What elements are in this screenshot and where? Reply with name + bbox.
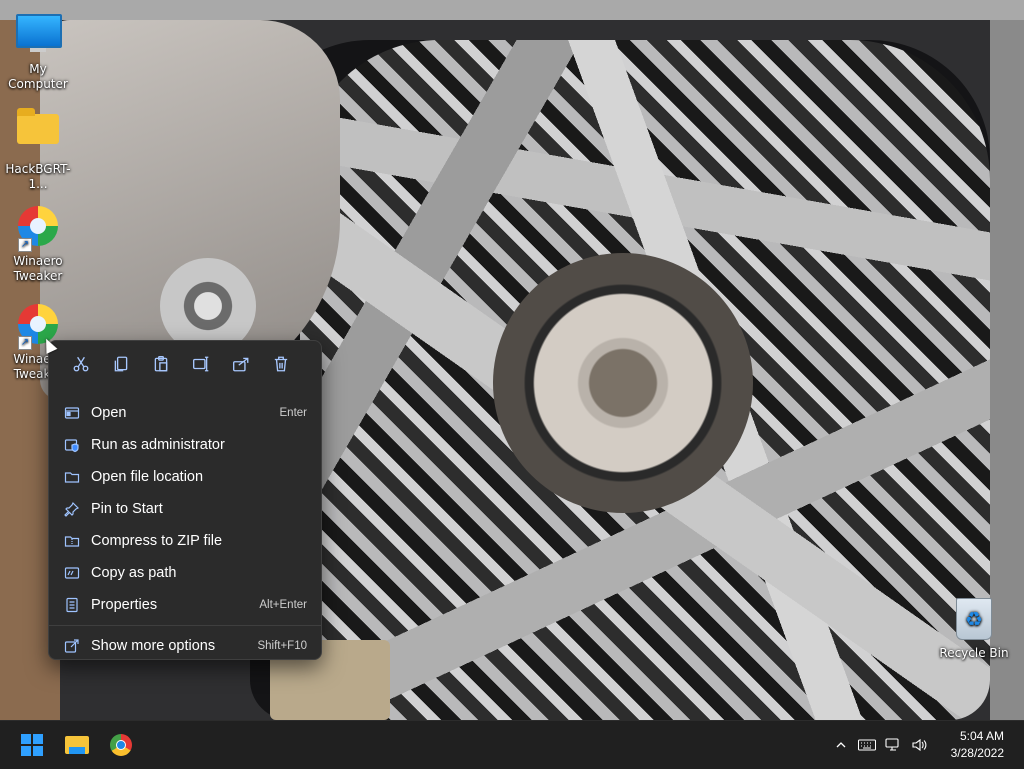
pin-icon — [63, 500, 81, 518]
clock-time: 5:04 AM — [959, 729, 1004, 743]
menu-item-label: Copy as path — [91, 565, 177, 581]
trash-icon — [274, 356, 288, 372]
rename-button[interactable] — [181, 351, 221, 377]
menu-item-label: Properties — [91, 597, 158, 613]
taskbar: 5:04 AM 3/28/2022 — [0, 720, 1024, 769]
properties-icon — [63, 596, 81, 614]
path-icon — [63, 564, 81, 582]
delete-button[interactable] — [261, 351, 301, 377]
menu-item-show-more-options[interactable]: Show more options Shift+F10 — [49, 630, 321, 662]
context-menu: Open Enter Run as administrator Open fil… — [48, 340, 322, 660]
cut-button[interactable] — [61, 351, 101, 377]
menu-item-label: Open file location — [91, 469, 204, 485]
chevron-up-icon[interactable] — [828, 732, 854, 758]
zip-icon — [63, 532, 81, 550]
menu-item-compress-to-zip[interactable]: Compress to ZIP file — [49, 525, 321, 557]
file-explorer-icon — [65, 736, 89, 754]
menu-item-copy-as-path[interactable]: Copy as path — [49, 557, 321, 589]
menu-item-open-file-location[interactable]: Open file location — [49, 461, 321, 493]
menu-item-label: Open — [91, 405, 127, 421]
chrome-icon — [110, 734, 132, 756]
copy-button[interactable] — [101, 351, 141, 377]
chrome-button[interactable] — [105, 729, 137, 761]
paste-button[interactable] — [141, 351, 181, 377]
more-options-icon — [63, 637, 81, 655]
windows-start-icon — [21, 734, 43, 756]
file-explorer-button[interactable] — [61, 729, 93, 761]
wallpaper-top-edge — [0, 0, 1024, 20]
desktop-icon-winaero-tweaker[interactable]: ↗ Winaero Tweaker — [0, 204, 76, 284]
desktop-icon-hackbgrt[interactable]: HackBGRT-1... — [0, 106, 76, 192]
open-icon — [63, 404, 81, 422]
clock-date: 3/28/2022 — [950, 746, 1004, 760]
winaero-icon: ↗ — [16, 206, 60, 252]
desktop-icon-label: Winaero Tweaker — [13, 254, 63, 283]
folder-icon — [16, 108, 60, 158]
wallpaper-spindle-hub — [493, 253, 753, 513]
menu-separator — [49, 625, 321, 626]
scissors-icon — [73, 356, 89, 372]
menu-item-shortcut: Shift+F10 — [257, 640, 307, 652]
desktop-icon-my-computer[interactable]: My Computer — [0, 8, 76, 92]
network-icon[interactable] — [880, 732, 906, 758]
volume-icon[interactable] — [906, 732, 932, 758]
menu-item-label: Show more options — [91, 638, 216, 654]
menu-item-shortcut: Alt+Enter — [259, 599, 307, 611]
desktop-icon-label: Recycle Bin — [939, 646, 1009, 660]
shield-icon — [63, 436, 81, 454]
menu-item-run-as-administrator[interactable]: Run as administrator — [49, 429, 321, 461]
paste-icon — [154, 356, 168, 372]
keyboard-icon[interactable] — [854, 732, 880, 758]
share-icon — [233, 357, 249, 372]
system-tray — [828, 721, 932, 769]
menu-item-label: Pin to Start — [91, 501, 163, 517]
desktop-icon-recycle-bin[interactable]: ♻ Recycle Bin — [936, 596, 1012, 661]
shortcut-arrow-icon: ↗ — [18, 336, 32, 350]
rename-icon — [193, 356, 209, 372]
shortcut-arrow-icon: ↗ — [18, 238, 32, 252]
taskbar-clock[interactable]: 5:04 AM 3/28/2022 — [951, 728, 1004, 762]
context-menu-quick-actions — [49, 341, 321, 387]
desktop-icon-label: HackBGRT-1... — [5, 162, 71, 191]
start-button[interactable] — [16, 729, 48, 761]
menu-item-properties[interactable]: Properties Alt+Enter — [49, 589, 321, 621]
share-button[interactable] — [221, 351, 261, 377]
recycle-bin-icon: ♻ — [952, 598, 996, 642]
folder-icon — [63, 468, 81, 486]
computer-icon — [16, 14, 62, 58]
menu-item-shortcut: Enter — [279, 407, 308, 419]
menu-item-label: Run as administrator — [91, 437, 225, 453]
desktop-icon-label: My Computer — [8, 62, 68, 91]
menu-item-open[interactable]: Open Enter — [49, 397, 321, 429]
menu-item-label: Compress to ZIP file — [91, 533, 223, 549]
menu-item-pin-to-start[interactable]: Pin to Start — [49, 493, 321, 525]
copy-icon — [114, 356, 128, 372]
